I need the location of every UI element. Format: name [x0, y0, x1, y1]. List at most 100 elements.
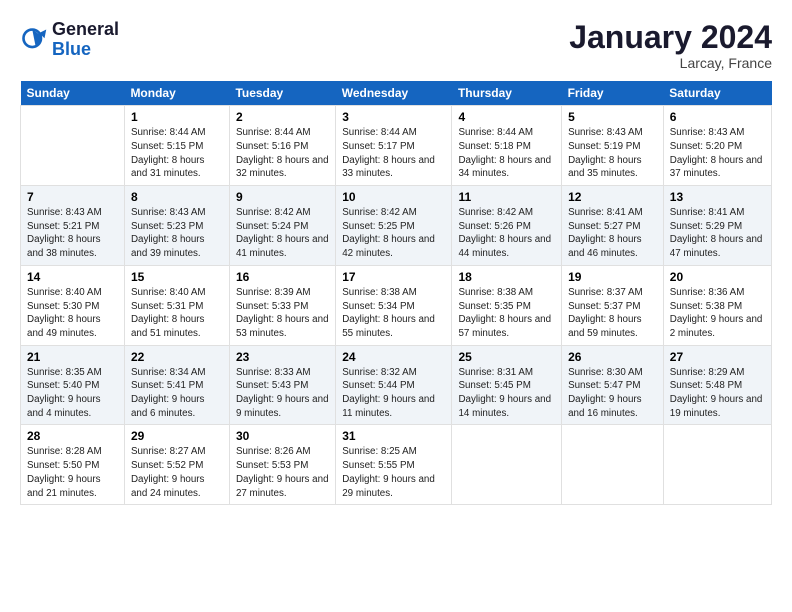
day-number: 31 — [342, 429, 445, 443]
day-number: 25 — [458, 350, 555, 364]
header: General Blue January 2024 Larcay, France — [20, 20, 772, 71]
sunrise-text: Sunrise: 8:43 AM — [27, 207, 102, 218]
sunset-text: Sunset: 5:20 PM — [670, 141, 742, 152]
day-number: 30 — [236, 429, 329, 443]
calendar-cell: 9 Sunrise: 8:42 AM Sunset: 5:24 PM Dayli… — [229, 186, 335, 266]
day-number: 9 — [236, 190, 329, 204]
sunset-text: Sunset: 5:48 PM — [670, 380, 742, 391]
daylight-text: Daylight: 9 hours and 29 minutes. — [342, 474, 435, 499]
day-detail: Sunrise: 8:43 AM Sunset: 5:23 PM Dayligh… — [131, 206, 223, 261]
calendar-cell: 31 Sunrise: 8:25 AM Sunset: 5:55 PM Dayl… — [336, 425, 452, 505]
sunset-text: Sunset: 5:15 PM — [131, 141, 203, 152]
day-detail: Sunrise: 8:37 AM Sunset: 5:37 PM Dayligh… — [568, 286, 657, 341]
sunrise-text: Sunrise: 8:43 AM — [670, 127, 745, 138]
sunrise-text: Sunrise: 8:44 AM — [236, 127, 311, 138]
calendar-cell: 21 Sunrise: 8:35 AM Sunset: 5:40 PM Dayl… — [21, 345, 125, 425]
sunrise-text: Sunrise: 8:27 AM — [131, 446, 206, 457]
daylight-text: Daylight: 8 hours and 53 minutes. — [236, 314, 329, 339]
day-number: 29 — [131, 429, 223, 443]
calendar-cell — [452, 425, 562, 505]
day-number: 20 — [670, 270, 765, 284]
day-number: 23 — [236, 350, 329, 364]
daylight-text: Daylight: 8 hours and 57 minutes. — [458, 314, 551, 339]
sunrise-text: Sunrise: 8:31 AM — [458, 367, 533, 378]
location: Larcay, France — [569, 55, 772, 71]
sunrise-text: Sunrise: 8:42 AM — [236, 207, 311, 218]
day-detail: Sunrise: 8:40 AM Sunset: 5:31 PM Dayligh… — [131, 286, 223, 341]
calendar-week-row: 21 Sunrise: 8:35 AM Sunset: 5:40 PM Dayl… — [21, 345, 772, 425]
daylight-text: Daylight: 9 hours and 16 minutes. — [568, 394, 642, 419]
sunrise-text: Sunrise: 8:32 AM — [342, 367, 417, 378]
sunset-text: Sunset: 5:19 PM — [568, 141, 640, 152]
logo: General Blue — [20, 20, 119, 60]
daylight-text: Daylight: 9 hours and 6 minutes. — [131, 394, 205, 419]
day-number: 3 — [342, 110, 445, 124]
daylight-text: Daylight: 8 hours and 33 minutes. — [342, 155, 435, 180]
daylight-text: Daylight: 8 hours and 47 minutes. — [670, 234, 763, 259]
day-number: 13 — [670, 190, 765, 204]
header-tuesday: Tuesday — [229, 81, 335, 106]
sunset-text: Sunset: 5:37 PM — [568, 301, 640, 312]
day-detail: Sunrise: 8:32 AM Sunset: 5:44 PM Dayligh… — [342, 366, 445, 421]
daylight-text: Daylight: 8 hours and 59 minutes. — [568, 314, 642, 339]
header-wednesday: Wednesday — [336, 81, 452, 106]
sunset-text: Sunset: 5:35 PM — [458, 301, 530, 312]
daylight-text: Daylight: 9 hours and 27 minutes. — [236, 474, 329, 499]
daylight-text: Daylight: 9 hours and 19 minutes. — [670, 394, 763, 419]
day-detail: Sunrise: 8:34 AM Sunset: 5:41 PM Dayligh… — [131, 366, 223, 421]
sunrise-text: Sunrise: 8:42 AM — [458, 207, 533, 218]
day-detail: Sunrise: 8:41 AM Sunset: 5:29 PM Dayligh… — [670, 206, 765, 261]
sunset-text: Sunset: 5:45 PM — [458, 380, 530, 391]
sunrise-text: Sunrise: 8:41 AM — [568, 207, 643, 218]
sunrise-text: Sunrise: 8:41 AM — [670, 207, 745, 218]
calendar-cell: 28 Sunrise: 8:28 AM Sunset: 5:50 PM Dayl… — [21, 425, 125, 505]
calendar-week-row: 14 Sunrise: 8:40 AM Sunset: 5:30 PM Dayl… — [21, 265, 772, 345]
day-number: 22 — [131, 350, 223, 364]
sunset-text: Sunset: 5:18 PM — [458, 141, 530, 152]
header-sunday: Sunday — [21, 81, 125, 106]
calendar-cell: 8 Sunrise: 8:43 AM Sunset: 5:23 PM Dayli… — [124, 186, 229, 266]
calendar-cell: 7 Sunrise: 8:43 AM Sunset: 5:21 PM Dayli… — [21, 186, 125, 266]
calendar-cell — [562, 425, 664, 505]
day-detail: Sunrise: 8:35 AM Sunset: 5:40 PM Dayligh… — [27, 366, 118, 421]
sunrise-text: Sunrise: 8:44 AM — [342, 127, 417, 138]
day-number: 26 — [568, 350, 657, 364]
sunset-text: Sunset: 5:55 PM — [342, 460, 414, 471]
daylight-text: Daylight: 8 hours and 42 minutes. — [342, 234, 435, 259]
sunset-text: Sunset: 5:31 PM — [131, 301, 203, 312]
header-friday: Friday — [562, 81, 664, 106]
sunset-text: Sunset: 5:38 PM — [670, 301, 742, 312]
sunset-text: Sunset: 5:16 PM — [236, 141, 308, 152]
sunset-text: Sunset: 5:43 PM — [236, 380, 308, 391]
calendar-cell: 22 Sunrise: 8:34 AM Sunset: 5:41 PM Dayl… — [124, 345, 229, 425]
daylight-text: Daylight: 8 hours and 46 minutes. — [568, 234, 642, 259]
daylight-text: Daylight: 8 hours and 32 minutes. — [236, 155, 329, 180]
day-number: 7 — [27, 190, 118, 204]
day-detail: Sunrise: 8:26 AM Sunset: 5:53 PM Dayligh… — [236, 445, 329, 500]
sunset-text: Sunset: 5:53 PM — [236, 460, 308, 471]
calendar-cell: 15 Sunrise: 8:40 AM Sunset: 5:31 PM Dayl… — [124, 265, 229, 345]
day-detail: Sunrise: 8:33 AM Sunset: 5:43 PM Dayligh… — [236, 366, 329, 421]
day-detail: Sunrise: 8:30 AM Sunset: 5:47 PM Dayligh… — [568, 366, 657, 421]
sunrise-text: Sunrise: 8:44 AM — [131, 127, 206, 138]
sunset-text: Sunset: 5:25 PM — [342, 221, 414, 232]
day-detail: Sunrise: 8:43 AM Sunset: 5:20 PM Dayligh… — [670, 126, 765, 181]
daylight-text: Daylight: 9 hours and 11 minutes. — [342, 394, 435, 419]
sunrise-text: Sunrise: 8:26 AM — [236, 446, 311, 457]
sunrise-text: Sunrise: 8:40 AM — [27, 287, 102, 298]
calendar-cell: 25 Sunrise: 8:31 AM Sunset: 5:45 PM Dayl… — [452, 345, 562, 425]
calendar-cell — [663, 425, 771, 505]
day-number: 2 — [236, 110, 329, 124]
day-detail: Sunrise: 8:42 AM Sunset: 5:25 PM Dayligh… — [342, 206, 445, 261]
day-detail: Sunrise: 8:38 AM Sunset: 5:35 PM Dayligh… — [458, 286, 555, 341]
sunrise-text: Sunrise: 8:34 AM — [131, 367, 206, 378]
day-number: 24 — [342, 350, 445, 364]
sunset-text: Sunset: 5:50 PM — [27, 460, 99, 471]
day-detail: Sunrise: 8:28 AM Sunset: 5:50 PM Dayligh… — [27, 445, 118, 500]
sunset-text: Sunset: 5:27 PM — [568, 221, 640, 232]
logo-text: General Blue — [52, 20, 119, 60]
day-detail: Sunrise: 8:39 AM Sunset: 5:33 PM Dayligh… — [236, 286, 329, 341]
calendar-cell: 27 Sunrise: 8:29 AM Sunset: 5:48 PM Dayl… — [663, 345, 771, 425]
daylight-text: Daylight: 8 hours and 35 minutes. — [568, 155, 642, 180]
daylight-text: Daylight: 8 hours and 49 minutes. — [27, 314, 101, 339]
